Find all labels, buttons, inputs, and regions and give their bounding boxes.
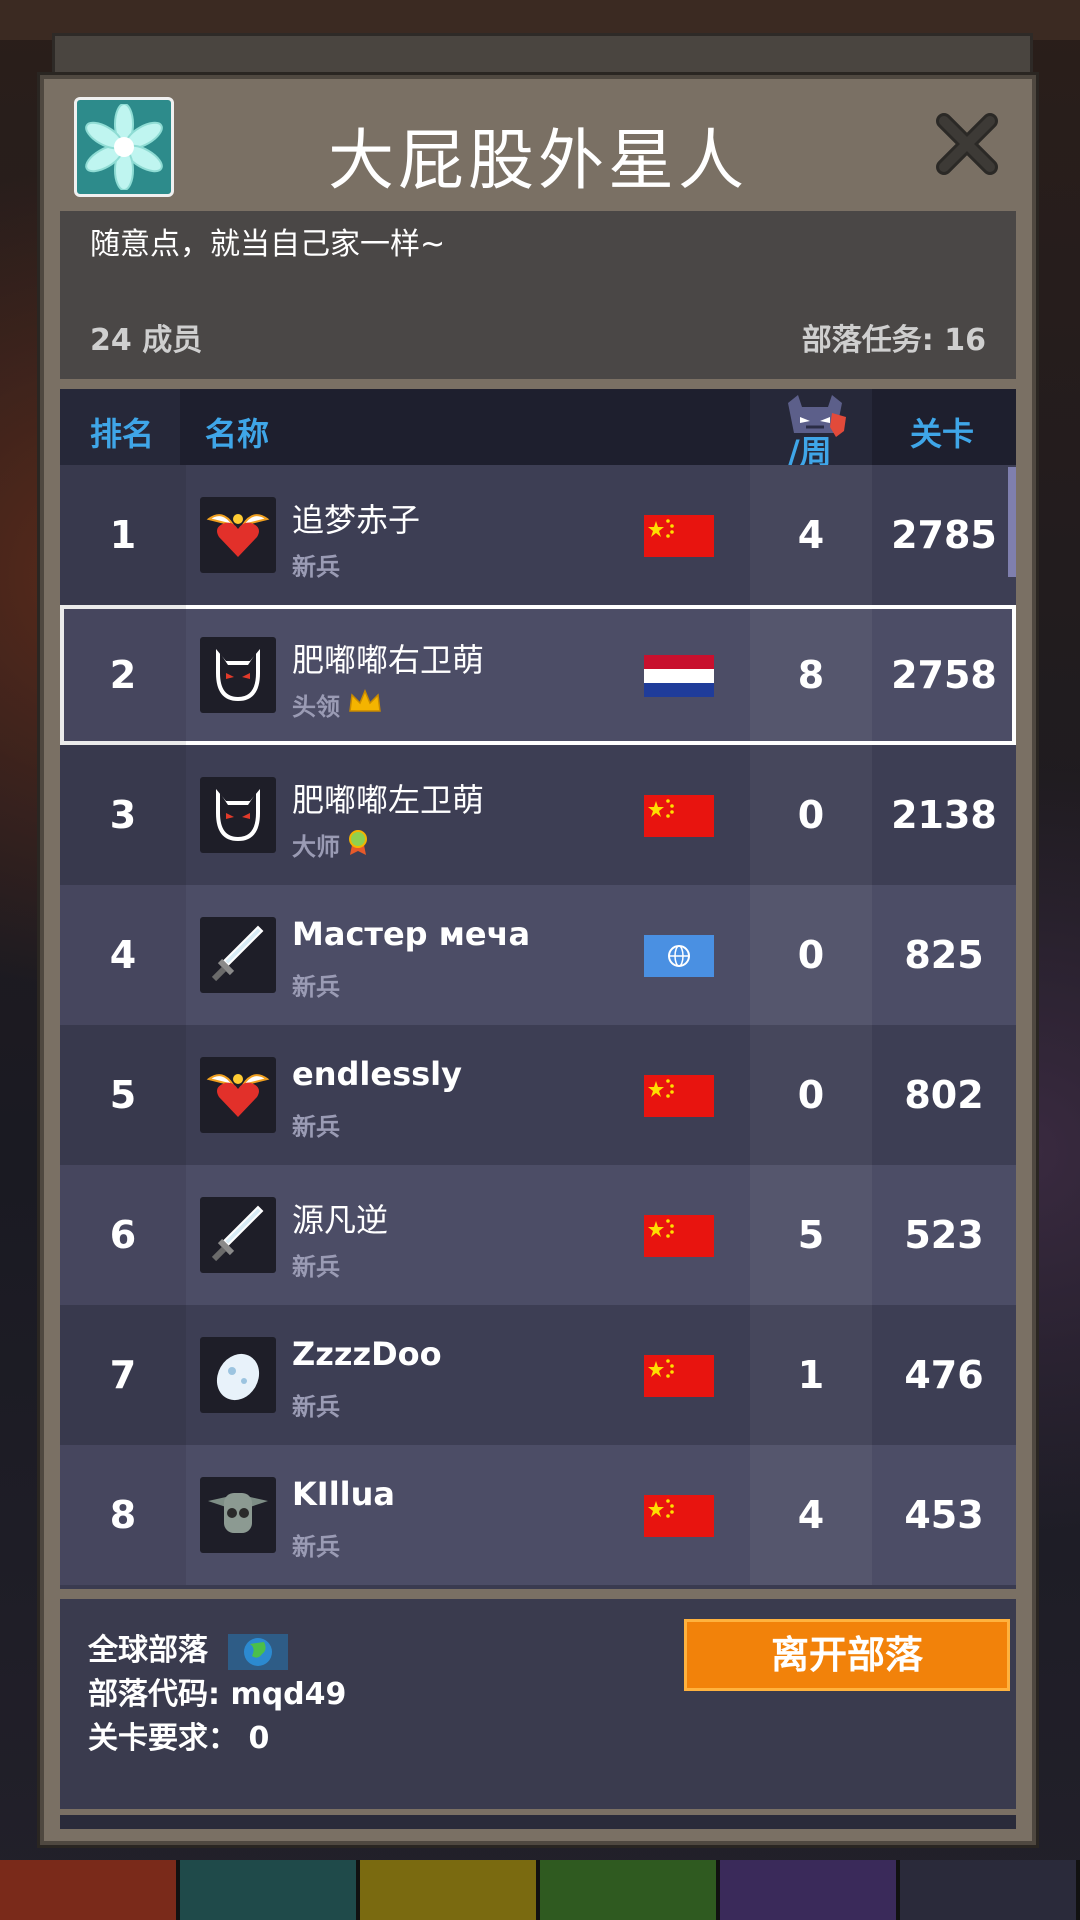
member-table: 排名 名称 /周 关卡 1 追梦赤子 新兵 4 2785 2 肥嘟嘟右卫萌 头领…	[60, 389, 1016, 1589]
crown-icon	[348, 688, 382, 721]
member-level: 453	[904, 1493, 984, 1537]
member-role: 新兵	[292, 1113, 340, 1141]
globe-icon	[228, 1633, 289, 1670]
table-row[interactable]: 2 肥嘟嘟右卫萌 头领 8 2758	[60, 605, 1016, 745]
level-requirement: 关卡要求： 0	[88, 1721, 270, 1756]
goblin-skull-icon	[200, 1477, 276, 1553]
member-role: 头领	[292, 693, 340, 721]
member-weekly-value: 4	[797, 1493, 825, 1537]
member-level: 476	[904, 1353, 984, 1397]
clan-description-box: 随意点，就当自己家一样~ 24 成员 部落任务: 16	[60, 211, 1016, 379]
clan-footer: 全球部落 部落代码: mqd49 关卡要求： 0 离开部落	[60, 1599, 1016, 1809]
member-weekly-value: 5	[797, 1213, 825, 1257]
clan-description: 随意点，就当自己家一样~	[90, 227, 446, 262]
devil-face-icon	[200, 637, 276, 713]
member-role-line: 新兵	[292, 1527, 340, 1562]
member-weekly-value: 0	[797, 933, 825, 977]
member-level: 802	[904, 1073, 984, 1117]
header-rank[interactable]: 排名	[90, 409, 154, 455]
table-row[interactable]: 1 追梦赤子 新兵 4 2785	[60, 465, 1016, 605]
table-row[interactable]: 8 KIllua 新兵 4 453	[60, 1445, 1016, 1585]
member-rank: 1	[109, 513, 137, 557]
member-rank: 4	[109, 933, 137, 977]
leave-clan-button[interactable]: 离开部落	[684, 1619, 1010, 1691]
member-name: KIllua	[292, 1475, 396, 1513]
member-weekly-value: 8	[797, 653, 825, 697]
member-rank: 3	[109, 793, 137, 837]
global-clan-label: 全球部落	[88, 1633, 208, 1668]
heart-wings-icon	[200, 497, 276, 573]
member-rank: 8	[109, 1493, 137, 1537]
china-flag-icon	[644, 1355, 714, 1397]
close-button[interactable]	[932, 109, 1002, 179]
member-role-line: 头领	[292, 687, 382, 722]
table-header: 排名 名称 /周 关卡	[60, 389, 1016, 471]
member-role: 新兵	[292, 553, 340, 581]
china-flag-icon	[644, 515, 714, 557]
member-weekly-value: 4	[797, 513, 825, 557]
member-level: 825	[904, 933, 984, 977]
member-name: 源凡逆	[292, 1201, 389, 1239]
member-role-line: 大师	[292, 827, 368, 862]
table-row[interactable]: 7 ZzzzDoo 新兵 1 476	[60, 1305, 1016, 1445]
member-role-line: 新兵	[292, 547, 340, 582]
member-weekly-value: 1	[797, 1353, 825, 1397]
member-weekly-value: 0	[797, 793, 825, 837]
member-name: 肥嘟嘟左卫萌	[292, 781, 485, 819]
member-weekly-value: 0	[797, 1073, 825, 1117]
member-name: Мастер меча	[292, 915, 531, 953]
member-rank: 7	[109, 1353, 137, 1397]
member-role: 大师	[292, 833, 340, 861]
heart-wings-icon	[200, 1057, 276, 1133]
china-flag-icon	[644, 1075, 714, 1117]
member-level: 523	[904, 1213, 984, 1257]
member-name: endlessly	[292, 1055, 462, 1093]
background-bottom-tabs	[0, 1860, 1080, 1920]
table-scrollbar[interactable]	[1008, 467, 1016, 577]
devil-face-icon	[200, 777, 276, 853]
member-role-line: 新兵	[292, 1107, 340, 1142]
clan-title: 大屁股外星人	[328, 122, 748, 199]
clan-flower-icon	[74, 97, 174, 197]
sword-icon	[200, 917, 276, 993]
member-level: 2758	[891, 653, 997, 697]
table-row[interactable]: 3 肥嘟嘟左卫萌 大师 0 2138	[60, 745, 1016, 885]
clan-panel: 大屁股外星人 随意点，就当自己家一样~ 24 成员 部落任务: 16 排名 名称	[40, 75, 1036, 1845]
china-flag-icon	[644, 795, 714, 837]
member-rank: 5	[109, 1073, 137, 1117]
member-name: 肥嘟嘟右卫萌	[292, 641, 485, 679]
sword-icon	[200, 1197, 276, 1273]
member-role: 新兵	[292, 973, 340, 1001]
close-icon	[936, 113, 998, 175]
global-clan-line: 全球部落	[88, 1625, 289, 1670]
globe-flag-icon	[644, 935, 714, 977]
member-rank: 6	[109, 1213, 137, 1257]
clan-quest-count: 部落任务: 16	[801, 323, 986, 358]
clan-code: 部落代码: mqd49	[88, 1677, 347, 1712]
header-level[interactable]: 关卡	[910, 409, 974, 455]
china-flag-icon	[644, 1215, 714, 1257]
member-name: 追梦赤子	[292, 501, 421, 539]
table-row[interactable]: 6 源凡逆 新兵 5 523	[60, 1165, 1016, 1305]
medal-icon	[348, 829, 368, 861]
member-level: 2785	[891, 513, 997, 557]
member-count: 24 成员	[90, 323, 203, 358]
member-role-line: 新兵	[292, 1387, 340, 1422]
member-role: 新兵	[292, 1393, 340, 1421]
footer-bottom-bar	[60, 1815, 1016, 1829]
member-role: 新兵	[292, 1253, 340, 1281]
header-name[interactable]: 名称	[205, 409, 269, 455]
table-row[interactable]: 5 endlessly 新兵 0 802	[60, 1025, 1016, 1165]
member-role-line: 新兵	[292, 1247, 340, 1282]
member-level: 2138	[891, 793, 997, 837]
member-name: ZzzzDoo	[292, 1335, 442, 1373]
netherlands-flag-icon	[644, 655, 714, 697]
member-role: 新兵	[292, 1533, 340, 1561]
member-role-line: 新兵	[292, 967, 340, 1002]
china-flag-icon	[644, 1495, 714, 1537]
egg-icon	[200, 1337, 276, 1413]
member-rank: 2	[109, 653, 137, 697]
table-row[interactable]: 4 Мастер меча 新兵 0 825	[60, 885, 1016, 1025]
